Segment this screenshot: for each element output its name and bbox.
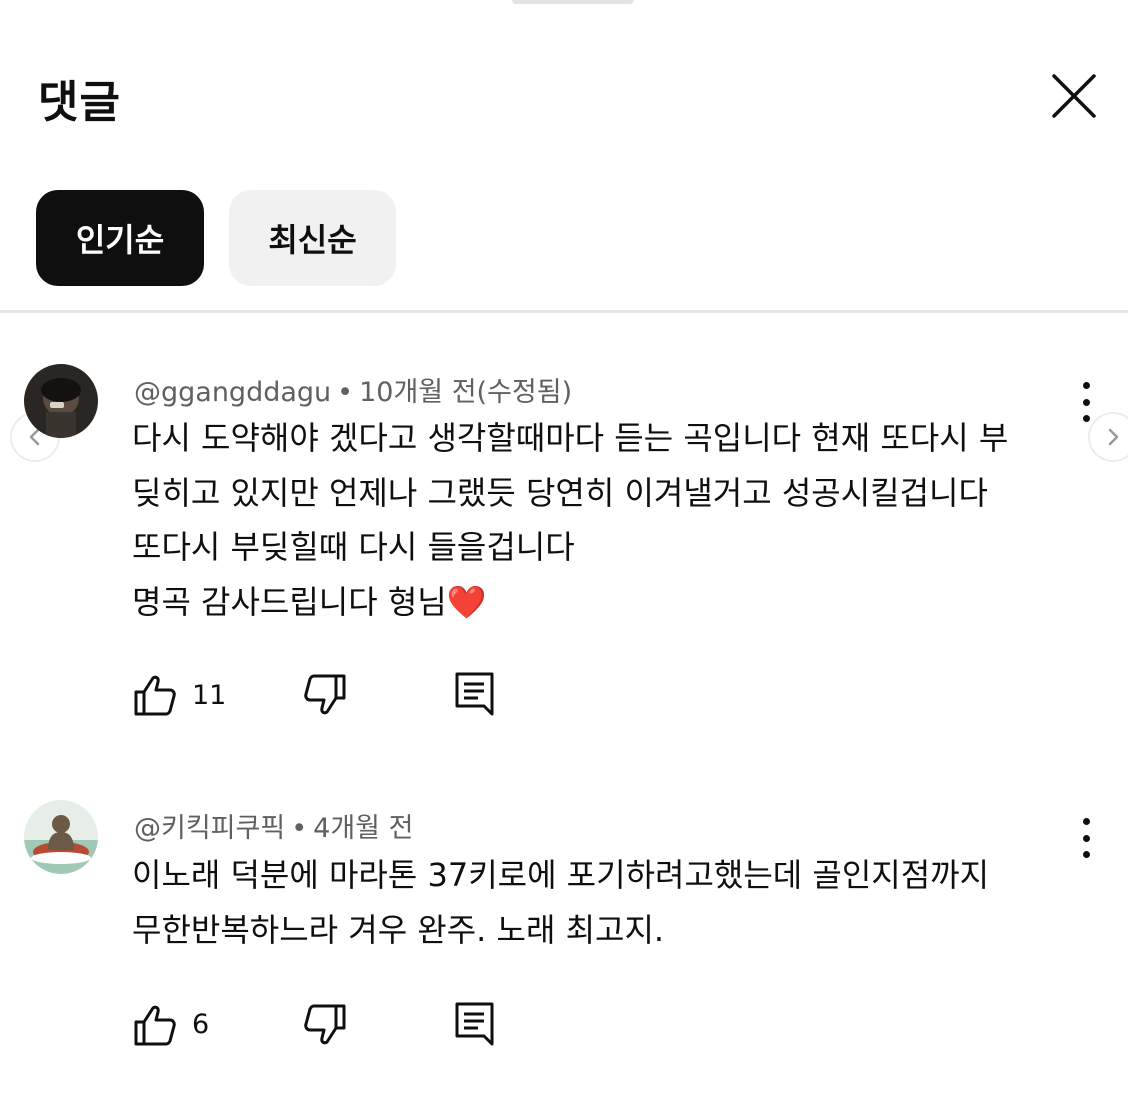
- like-count: 6: [192, 1009, 210, 1040]
- meta-separator: •: [337, 377, 354, 408]
- sort-chip-latest[interactable]: 최신순: [229, 190, 396, 286]
- comment-author[interactable]: @키킥피쿠픽: [134, 813, 285, 844]
- more-vert-icon: [1082, 818, 1090, 825]
- comment-text-block: 이노래 덕분에 마라톤 37키로에 포기하려고했는데 골인지점까지 무한반복하느…: [132, 848, 1082, 957]
- more-vert-icon: [1082, 382, 1090, 389]
- avatar[interactable]: [24, 364, 98, 438]
- close-icon: [1052, 74, 1096, 118]
- reply-button[interactable]: [452, 1000, 498, 1052]
- like-button[interactable]: [132, 1002, 178, 1052]
- like-count: 11: [192, 680, 227, 711]
- comment-text-block: 다시 도약해야 겠다고 생각할때마다 듣는 곡입니다 현재 또다시 부 딪히고 …: [132, 411, 1082, 629]
- comment-meta: @ggangddagu • 10개월 전(수정됨): [134, 370, 572, 409]
- drag-handle[interactable]: [512, 0, 634, 4]
- reply-icon: [455, 1002, 494, 1046]
- divider: [0, 310, 1128, 313]
- chevron-right-icon: [1108, 428, 1119, 446]
- comment-text: 다시 도약해야 겠다고 생각할때마다 듣는 곡입니다 현재 또다시 부 딪히고 …: [132, 419, 1009, 621]
- thumbs-down-icon: [304, 674, 346, 715]
- like-button[interactable]: [132, 672, 178, 722]
- comments-panel-title: 댓글: [38, 77, 121, 128]
- reply-icon: [455, 672, 494, 716]
- comment-meta: @키킥피쿠픽 • 4개월 전: [134, 806, 413, 845]
- dislike-button[interactable]: [302, 1002, 348, 1052]
- heart-emoji: ❤️: [446, 582, 487, 621]
- dislike-button[interactable]: [302, 672, 348, 722]
- reply-button[interactable]: [452, 670, 498, 722]
- close-button[interactable]: [1046, 68, 1102, 124]
- thumbs-up-icon: [134, 675, 176, 716]
- thumbs-up-icon: [134, 1005, 176, 1046]
- comment-author[interactable]: @ggangddagu: [134, 377, 331, 408]
- buddha-statue-avatar: [24, 800, 98, 874]
- sort-chip-popular[interactable]: 인기순: [36, 190, 204, 286]
- comment-text: 이노래 덕분에 마라톤 37키로에 포기하려고했는데 골인지점까지 무한반복하느…: [132, 856, 990, 949]
- avatar[interactable]: [24, 800, 98, 874]
- thumbs-down-icon: [304, 1004, 346, 1045]
- comment-time: 4개월 전: [313, 813, 414, 844]
- person-photo-avatar: [24, 364, 98, 438]
- comment-time: 10개월 전(수정됨): [359, 377, 573, 408]
- meta-separator: •: [291, 813, 308, 844]
